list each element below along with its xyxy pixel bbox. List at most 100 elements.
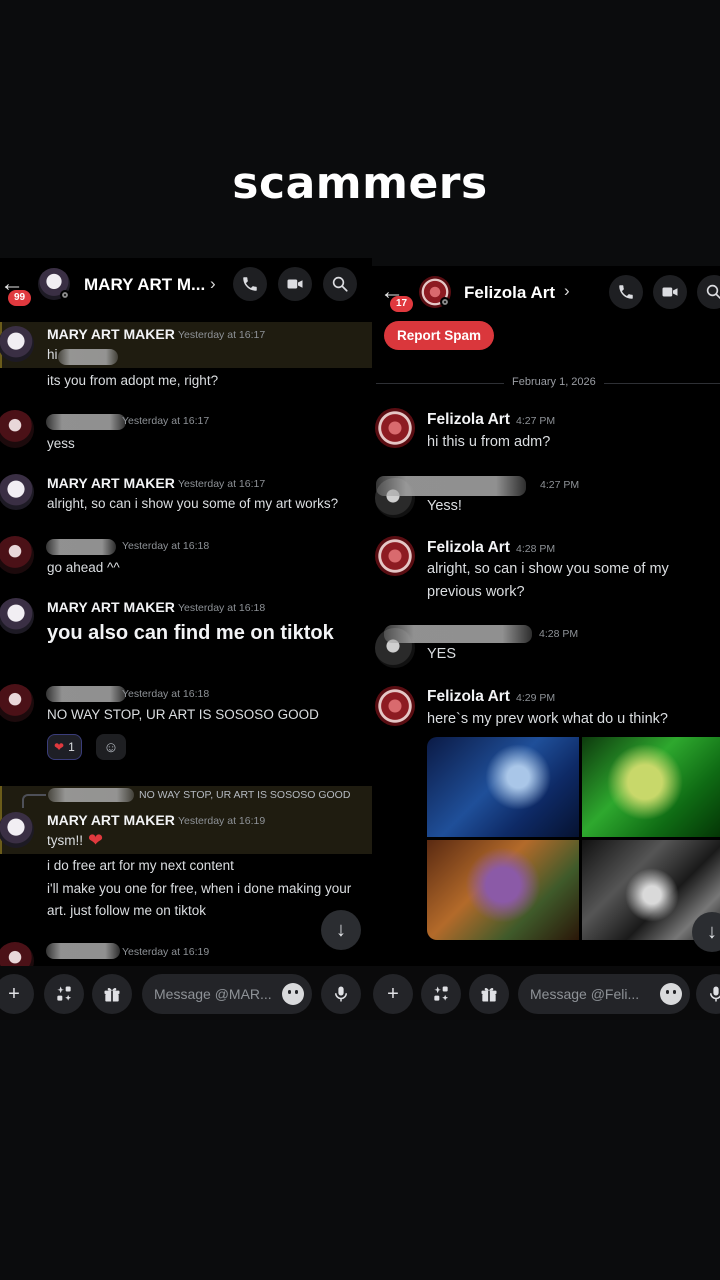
- dm-header: ← 17 Felizola Art ›: [372, 266, 720, 322]
- apps-button[interactable]: [44, 974, 84, 1014]
- reply-preview[interactable]: NO WAY STOP, UR ART IS SOSOSO GOOD: [139, 789, 350, 801]
- avatar[interactable]: [0, 474, 34, 510]
- avatar[interactable]: [0, 536, 34, 574]
- avatar[interactable]: [375, 408, 415, 448]
- phone-icon: [243, 277, 257, 291]
- redacted-username: [46, 686, 126, 702]
- plus-icon: +: [387, 982, 399, 1005]
- apps-icon: [57, 986, 72, 1001]
- message-text: YES: [427, 646, 457, 662]
- reaction-count: 1: [68, 740, 75, 754]
- message[interactable]: 4:28 PM YES: [372, 620, 720, 670]
- add-attachment-button[interactable]: +: [0, 974, 34, 1014]
- status-indicator: [60, 290, 70, 300]
- call-button[interactable]: [233, 267, 267, 301]
- message[interactable]: Felizola Art 4:28 PM alright, so can i s…: [372, 534, 720, 604]
- username[interactable]: MARY ART MAKER: [47, 326, 175, 342]
- search-button[interactable]: [323, 267, 357, 301]
- message[interactable]: Yesterday at 16:18 go ahead ^^: [0, 534, 372, 582]
- add-attachment-button[interactable]: +: [373, 974, 413, 1014]
- arrow-down-icon: ↓: [336, 918, 346, 941]
- message[interactable]: MARY ART MAKER Yesterday at 16:17 hi: [0, 322, 372, 368]
- avatar[interactable]: [0, 598, 34, 634]
- chevron-right-icon[interactable]: ›: [564, 281, 570, 301]
- dm-title[interactable]: Felizola Art: [464, 283, 555, 303]
- art-image[interactable]: [582, 737, 720, 837]
- message[interactable]: Yesterday at 16:17 yess: [0, 408, 372, 456]
- redacted-username: [376, 476, 526, 496]
- apps-icon: [434, 986, 449, 1001]
- timestamp: 4:27 PM: [540, 479, 580, 491]
- search-button[interactable]: [697, 275, 720, 309]
- apps-button[interactable]: [421, 974, 461, 1014]
- call-button[interactable]: [609, 275, 643, 309]
- timestamp: 4:28 PM: [539, 628, 579, 640]
- message[interactable]: 4:27 PM Yess!: [372, 470, 720, 520]
- add-reaction-button[interactable]: ☺: [96, 734, 126, 760]
- redacted-username: [46, 539, 116, 555]
- reaction-heart[interactable]: ❤ 1: [47, 734, 82, 760]
- avatar[interactable]: [0, 684, 34, 722]
- username[interactable]: Felizola Art: [427, 411, 510, 429]
- timestamp: Yesterday at 16:19: [178, 815, 266, 827]
- phone-icon: [619, 285, 633, 299]
- message[interactable]: Felizola Art 4:27 PM hi this u from adm?: [372, 406, 720, 460]
- message-continued[interactable]: its you from adopt me, right?: [0, 368, 372, 392]
- report-spam-button[interactable]: Report Spam: [384, 321, 495, 350]
- message[interactable]: MARY ART MAKER Yesterday at 16:18 you al…: [0, 596, 372, 652]
- reply-connector: [22, 794, 46, 808]
- jump-to-bottom-button[interactable]: ↓: [692, 912, 720, 952]
- emoji-icon[interactable]: [660, 983, 682, 1005]
- timestamp: Yesterday at 16:17: [178, 329, 266, 341]
- unread-badge: 99: [8, 290, 32, 306]
- video-caption: scammers: [232, 158, 488, 209]
- username[interactable]: Felizola Art: [427, 688, 510, 706]
- avatar[interactable]: [375, 536, 415, 576]
- message-text: hi: [47, 347, 58, 362]
- status-indicator: [440, 297, 450, 307]
- art-image[interactable]: [427, 737, 579, 837]
- avatar[interactable]: [375, 686, 415, 726]
- redacted-reply-user: [48, 788, 134, 802]
- message[interactable]: MARY ART MAKER Yesterday at 16:17 alrigh…: [0, 472, 372, 520]
- timestamp: 4:27 PM: [516, 415, 556, 427]
- message-text: alright, so can i show you some of my ar…: [47, 496, 339, 511]
- message-text: you also can find me on tiktok: [47, 622, 334, 644]
- voice-button[interactable]: [696, 974, 720, 1014]
- plus-icon: +: [8, 982, 20, 1005]
- timestamp: Yesterday at 16:18: [178, 602, 266, 614]
- voice-button[interactable]: [321, 974, 361, 1014]
- microphone-icon: [335, 986, 347, 1002]
- message-input[interactable]: Message @MAR...: [142, 974, 312, 1014]
- avatar[interactable]: [0, 812, 34, 848]
- message-text: art. just follow me on tiktok: [47, 903, 207, 918]
- timestamp: Yesterday at 16:17: [178, 478, 266, 490]
- search-icon: [706, 284, 720, 300]
- username[interactable]: MARY ART MAKER: [47, 475, 175, 491]
- heart-icon: ❤: [54, 740, 65, 754]
- gift-button[interactable]: [469, 974, 509, 1014]
- timestamp: Yesterday at 16:18: [122, 540, 210, 552]
- username[interactable]: MARY ART MAKER: [47, 812, 175, 828]
- username[interactable]: Felizola Art: [427, 539, 510, 557]
- video-call-button[interactable]: [653, 275, 687, 309]
- right-dm-screenshot: ← 17 Felizola Art › Report Spam February…: [372, 266, 720, 1018]
- emoji-icon[interactable]: [282, 983, 304, 1005]
- reply-message[interactable]: NO WAY STOP, UR ART IS SOSOSO GOOD MARY …: [0, 786, 372, 854]
- message-input[interactable]: Message @Feli...: [518, 974, 690, 1014]
- gift-button[interactable]: [92, 974, 132, 1014]
- search-icon: [332, 276, 348, 292]
- redacted-username: [384, 625, 532, 643]
- video-call-button[interactable]: [278, 267, 312, 301]
- dm-title[interactable]: MARY ART M...: [84, 275, 205, 295]
- input-bars: + Message @MAR... + Message @Feli...: [0, 966, 720, 1020]
- microphone-icon: [710, 986, 720, 1002]
- avatar[interactable]: [0, 410, 34, 448]
- message-continued[interactable]: i do free art for my next content i'll m…: [0, 856, 372, 926]
- message[interactable]: Felizola Art 4:29 PM here`s my prev work…: [372, 684, 720, 736]
- chevron-right-icon[interactable]: ›: [210, 274, 216, 294]
- username[interactable]: MARY ART MAKER: [47, 599, 175, 615]
- message[interactable]: Yesterday at 16:18 NO WAY STOP, UR ART I…: [0, 682, 372, 770]
- avatar[interactable]: [0, 326, 34, 362]
- art-image[interactable]: [427, 840, 579, 940]
